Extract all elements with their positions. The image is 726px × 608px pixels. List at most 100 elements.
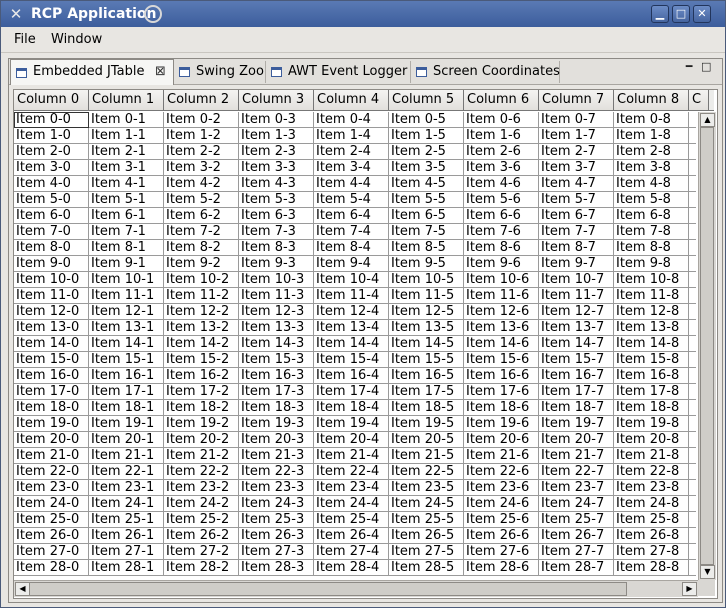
table-cell[interactable]: Item 22-5: [389, 464, 464, 480]
table-cell[interactable]: Item 14-8: [614, 336, 689, 352]
table-cell[interactable]: Item 7-7: [539, 224, 614, 240]
table-cell[interactable]: Item 23-2: [164, 480, 239, 496]
app-icon[interactable]: ✕: [7, 5, 25, 23]
table-cell[interactable]: Item 22-4: [314, 464, 389, 480]
table-cell[interactable]: Item 23-3: [239, 480, 314, 496]
column-header[interactable]: C: [689, 90, 709, 110]
table-cell[interactable]: Item 16-4: [314, 368, 389, 384]
table-cell[interactable]: Item 0-2: [164, 112, 239, 128]
table-cell[interactable]: Item 0-8: [614, 112, 689, 128]
table-cell[interactable]: Item 26-5: [389, 528, 464, 544]
table-row[interactable]: Item 12-0 Item 12-1 Item 12-2 Item 12-3 Item…: [14, 304, 696, 320]
table-cell[interactable]: Item 18-6: [464, 400, 539, 416]
table-cell-partial[interactable]: [689, 512, 696, 528]
table-row[interactable]: Item 21-0 Item 21-1 Item 21-2 Item 21-3 Item…: [14, 448, 696, 464]
table-cell[interactable]: Item 21-5: [389, 448, 464, 464]
table-cell[interactable]: Item 17-7: [539, 384, 614, 400]
table-cell[interactable]: Item 6-0: [14, 208, 89, 224]
table-cell[interactable]: Item 14-1: [89, 336, 164, 352]
table-row[interactable]: Item 20-0 Item 20-1 Item 20-2 Item 20-3 Item…: [14, 432, 696, 448]
table-cell[interactable]: Item 12-4: [314, 304, 389, 320]
table-row[interactable]: Item 22-0 Item 22-1 Item 22-2 Item 22-3 Item…: [14, 464, 696, 480]
table-cell[interactable]: Item 10-1: [89, 272, 164, 288]
table-cell[interactable]: Item 27-7: [539, 544, 614, 560]
tab-swing-zoo[interactable]: Swing Zoo: [174, 61, 266, 83]
table-cell-partial[interactable]: [689, 560, 696, 576]
table-cell[interactable]: Item 28-3: [239, 560, 314, 576]
table-cell[interactable]: Item 16-2: [164, 368, 239, 384]
column-header[interactable]: Column 3: [239, 90, 314, 110]
table-cell[interactable]: Item 1-7: [539, 128, 614, 144]
table-cell[interactable]: Item 4-2: [164, 176, 239, 192]
table-cell[interactable]: Item 16-6: [464, 368, 539, 384]
table-cell[interactable]: Item 20-2: [164, 432, 239, 448]
table-cell[interactable]: Item 17-5: [389, 384, 464, 400]
vertical-scroll-thumb[interactable]: [700, 127, 714, 565]
table-cell[interactable]: Item 11-8: [614, 288, 689, 304]
table-cell[interactable]: Item 23-5: [389, 480, 464, 496]
table-cell[interactable]: Item 15-6: [464, 352, 539, 368]
table-cell[interactable]: Item 24-6: [464, 496, 539, 512]
table-cell[interactable]: Item 17-0: [14, 384, 89, 400]
table-cell[interactable]: Item 24-1: [89, 496, 164, 512]
table-row[interactable]: Item 28-0 Item 28-1 Item 28-2 Item 28-3 Item…: [14, 560, 696, 576]
table-cell[interactable]: Item 9-4: [314, 256, 389, 272]
table-cell[interactable]: Item 4-3: [239, 176, 314, 192]
table-row[interactable]: Item 24-0 Item 24-1 Item 24-2 Item 24-3 Item…: [14, 496, 696, 512]
table-cell[interactable]: Item 16-5: [389, 368, 464, 384]
table-cell[interactable]: Item 21-0: [14, 448, 89, 464]
table-row[interactable]: Item 18-0 Item 18-1 Item 18-2 Item 18-3 Item…: [14, 400, 696, 416]
table-cell[interactable]: Item 25-3: [239, 512, 314, 528]
table-cell[interactable]: Item 3-2: [164, 160, 239, 176]
table-row[interactable]: Item 26-0 Item 26-1 Item 26-2 Item 26-3 Item…: [14, 528, 696, 544]
table-cell[interactable]: Item 20-4: [314, 432, 389, 448]
table-cell[interactable]: Item 28-5: [389, 560, 464, 576]
scroll-up-button[interactable]: ▲: [700, 113, 715, 127]
table-cell[interactable]: Item 27-1: [89, 544, 164, 560]
table-cell[interactable]: Item 5-1: [89, 192, 164, 208]
table-cell[interactable]: Item 22-0: [14, 464, 89, 480]
table-cell[interactable]: Item 26-6: [464, 528, 539, 544]
table-row[interactable]: Item 27-0 Item 27-1 Item 27-2 Item 27-3 Item…: [14, 544, 696, 560]
table-cell[interactable]: Item 2-1: [89, 144, 164, 160]
table-cell[interactable]: Item 0-0: [14, 112, 89, 128]
table-cell[interactable]: Item 23-1: [89, 480, 164, 496]
table-cell[interactable]: Item 8-8: [614, 240, 689, 256]
table-cell[interactable]: Item 16-0: [14, 368, 89, 384]
table-cell-partial[interactable]: [689, 208, 696, 224]
table-cell[interactable]: Item 6-8: [614, 208, 689, 224]
table-cell[interactable]: Item 17-3: [239, 384, 314, 400]
table-cell[interactable]: Item 9-3: [239, 256, 314, 272]
table-cell[interactable]: Item 8-2: [164, 240, 239, 256]
table-cell-partial[interactable]: [689, 400, 696, 416]
table-cell[interactable]: Item 18-3: [239, 400, 314, 416]
table-cell[interactable]: Item 12-2: [164, 304, 239, 320]
table-cell-partial[interactable]: [689, 448, 696, 464]
table-row[interactable]: Item 6-0 Item 6-1 Item 6-2 Item 6-3 Item 6-4…: [14, 208, 696, 224]
column-header[interactable]: Column 7: [539, 90, 614, 110]
table-cell-partial[interactable]: [689, 192, 696, 208]
table-cell[interactable]: Item 23-4: [314, 480, 389, 496]
table-cell[interactable]: Item 25-7: [539, 512, 614, 528]
table-cell[interactable]: Item 19-4: [314, 416, 389, 432]
table-cell[interactable]: Item 2-8: [614, 144, 689, 160]
table-cell[interactable]: Item 15-5: [389, 352, 464, 368]
table-cell-partial[interactable]: [689, 352, 696, 368]
table-cell[interactable]: Item 13-1: [89, 320, 164, 336]
table-cell[interactable]: Item 10-3: [239, 272, 314, 288]
table-cell[interactable]: Item 14-0: [14, 336, 89, 352]
table-cell[interactable]: Item 8-5: [389, 240, 464, 256]
table-cell[interactable]: Item 0-6: [464, 112, 539, 128]
table-cell[interactable]: Item 24-2: [164, 496, 239, 512]
table-cell-partial[interactable]: [689, 480, 696, 496]
table-cell[interactable]: Item 2-2: [164, 144, 239, 160]
table-cell[interactable]: Item 14-2: [164, 336, 239, 352]
table-cell[interactable]: Item 6-3: [239, 208, 314, 224]
table-cell[interactable]: Item 6-6: [464, 208, 539, 224]
table-cell[interactable]: Item 23-7: [539, 480, 614, 496]
table-cell[interactable]: Item 22-6: [464, 464, 539, 480]
table-cell[interactable]: Item 17-6: [464, 384, 539, 400]
table-cell[interactable]: Item 12-6: [464, 304, 539, 320]
table-cell[interactable]: Item 2-7: [539, 144, 614, 160]
table-cell[interactable]: Item 20-6: [464, 432, 539, 448]
